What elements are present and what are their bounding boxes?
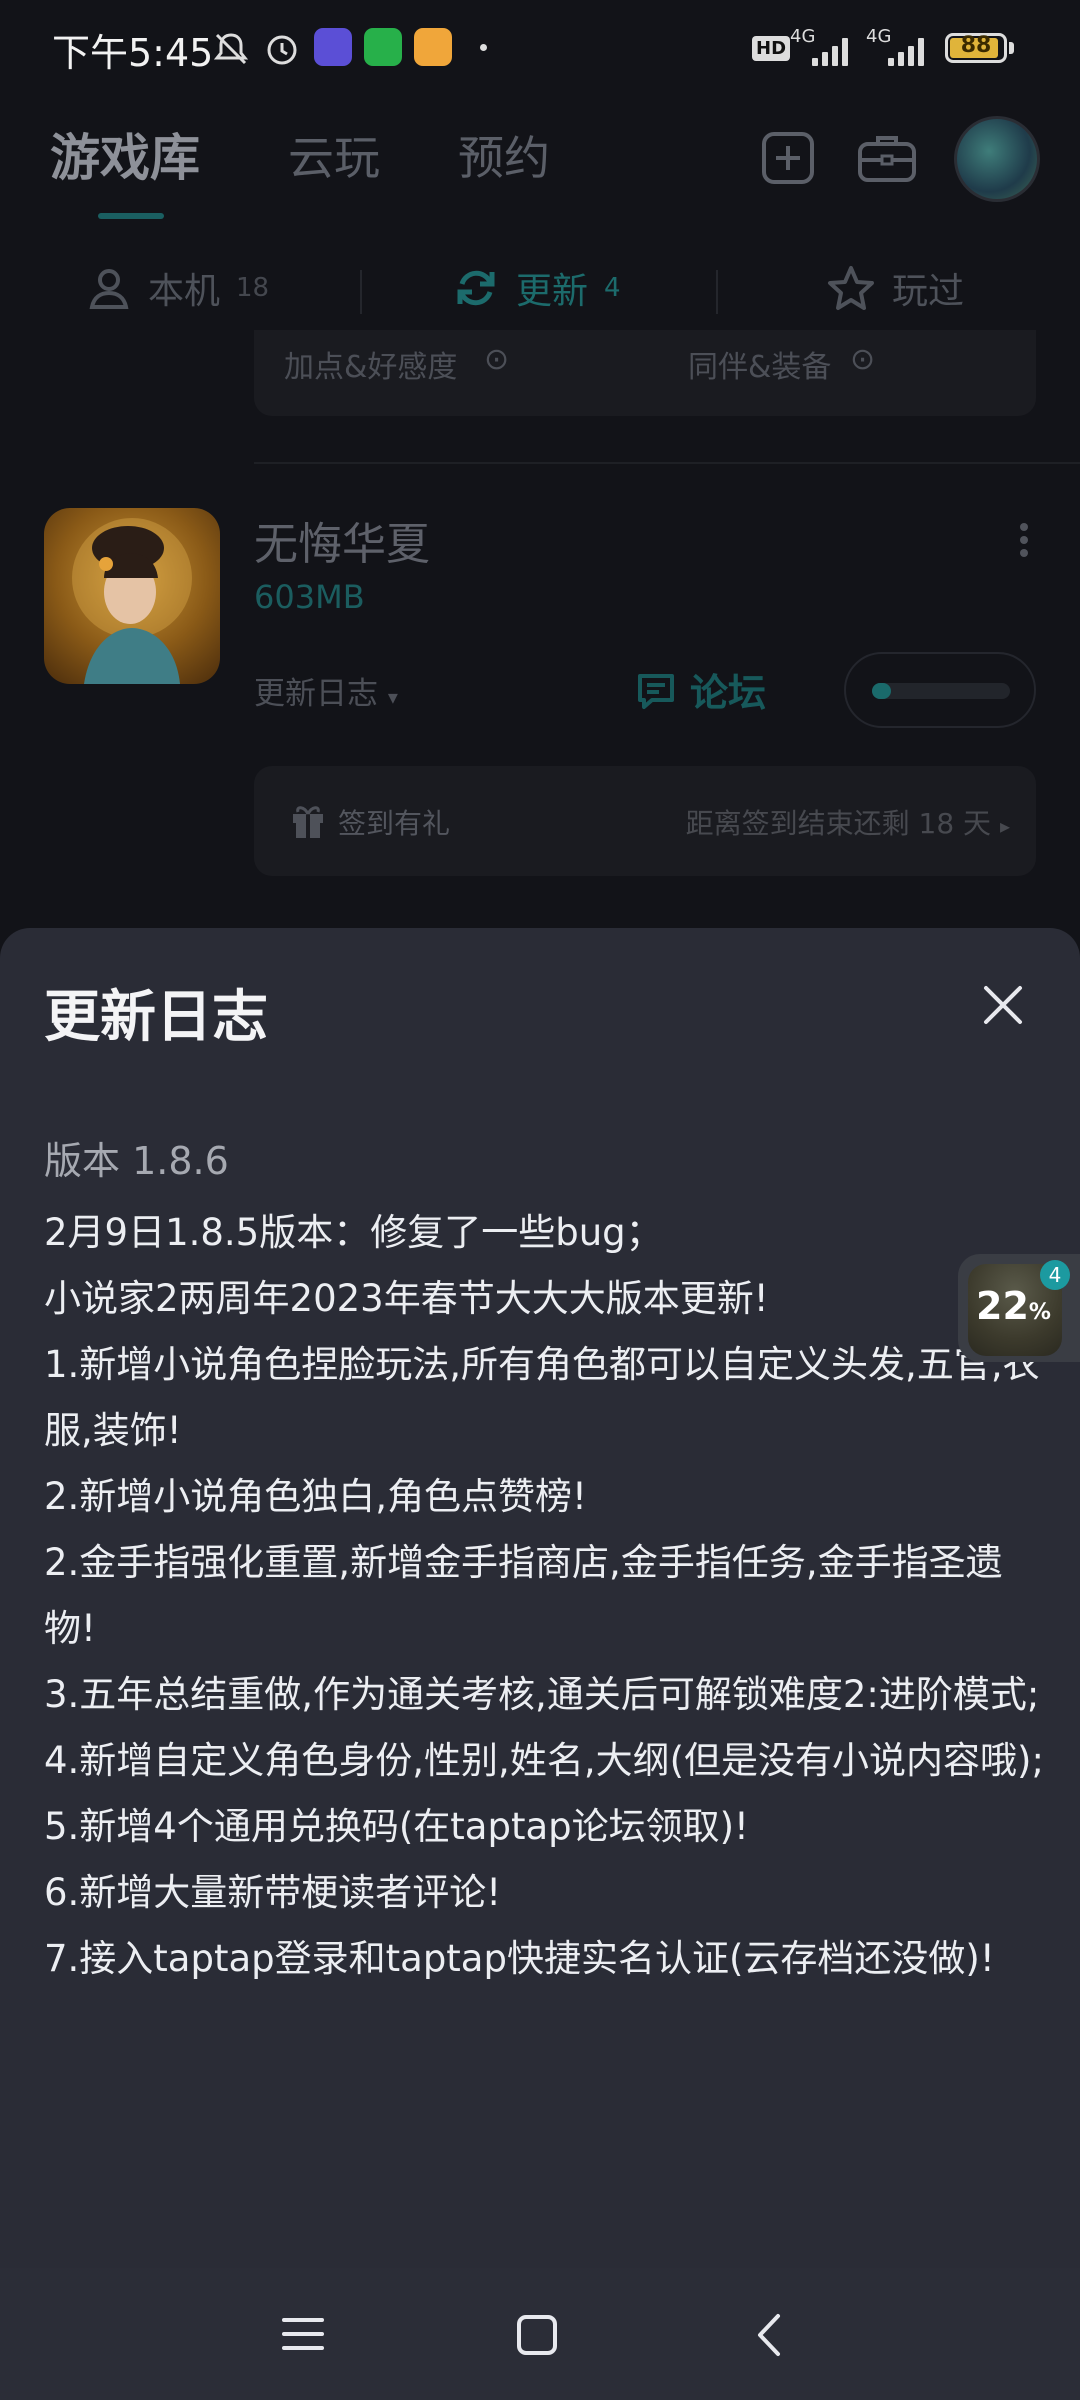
hd-badge: HD xyxy=(752,36,791,61)
tab-reservation[interactable]: 预约 xyxy=(458,122,550,188)
subtab-local-label: 本机 xyxy=(148,271,221,312)
subtab-local[interactable]: 本机 18 xyxy=(86,262,269,314)
subtab-separator xyxy=(360,270,362,314)
game-artwork xyxy=(72,518,192,684)
phone-notification-icon xyxy=(364,28,402,66)
note-item: 2.金手指强化重置,新增金手指商店,金手指任务,金手指圣遗物! xyxy=(44,1541,1003,1650)
signin-card[interactable]: 签到有礼 距离签到结束还剩 18 天 ▸ xyxy=(254,766,1036,876)
menu-icon[interactable] xyxy=(282,2314,324,2354)
home-icon[interactable] xyxy=(516,2314,558,2356)
note-item: 2月9日1.8.5版本：修复了一些bug； xyxy=(44,1211,663,1254)
sheet-title: 更新日志 xyxy=(44,985,268,1050)
signin-label: 签到有礼 xyxy=(338,807,451,840)
battery-cap xyxy=(1009,42,1014,54)
forum-icon xyxy=(638,673,674,709)
notes-notification-icon xyxy=(414,28,452,66)
note-item: 7.接入taptap登录和taptap快捷实名认证(云存档还没做)! xyxy=(44,1937,995,1980)
note-item: 3.五年总结重做,作为通关考核,通关后可解锁难度2:进阶模式; xyxy=(44,1673,1040,1716)
tab-game-library[interactable]: 游戏库 xyxy=(50,118,200,190)
battery-icon: 88 xyxy=(945,33,1007,63)
chevron-right-icon: ▸ xyxy=(999,814,1010,838)
refresh-icon xyxy=(457,270,495,306)
chevron-circle-icon: ⊙ xyxy=(484,342,510,377)
previous-card: 加点&好感度 ⊙ 同伴&装备 ⊙ xyxy=(254,330,1036,416)
changelog-notes: 2月9日1.8.5版本：修复了一些bug； 小说家2两周年2023年春节大大大版… xyxy=(44,1200,1044,1992)
forum-label: 论坛 xyxy=(690,671,767,715)
changelog-link[interactable]: 更新日志 ▾ xyxy=(254,668,398,713)
tab-cloud-play[interactable]: 云玩 xyxy=(288,122,380,188)
more-notifications-dot xyxy=(480,44,487,51)
download-progress-track xyxy=(872,683,1010,699)
tab-underline xyxy=(98,213,164,219)
floating-download-widget[interactable]: 22% 4 xyxy=(958,1254,1080,1362)
add-icon[interactable] xyxy=(760,130,816,186)
floating-percent: 22% xyxy=(976,1284,1051,1328)
note-item: 1.新增小说角色捏脸玩法,所有角色都可以自定义头发,五官,衣服,装饰! xyxy=(44,1343,1040,1452)
signin-remaining: 距离签到结束还剩 18 天 ▸ xyxy=(685,807,1010,840)
note-item: 4.新增自定义角色身份,性别,姓名,大纲(但是没有小说内容哦); xyxy=(44,1739,1044,1782)
toolbox-icon[interactable] xyxy=(856,130,918,186)
caret-down-icon: ▾ xyxy=(387,685,398,709)
note-item: 5.新增4个通用兑换码(在taptap论坛领取)! xyxy=(44,1805,749,1848)
note-item: 6.新增大量新带梗读者评论! xyxy=(44,1871,502,1914)
floating-badge: 4 xyxy=(1040,1260,1070,1290)
signal-icon-2 xyxy=(888,38,924,66)
battery-level: 88 xyxy=(960,33,992,58)
chevron-circle-icon: ⊙ xyxy=(850,342,876,377)
game-size: 603MB xyxy=(254,578,365,616)
download-progress-fill xyxy=(872,683,892,699)
subtab-update[interactable]: 更新 4 xyxy=(452,262,621,314)
changelog-link-label: 更新日志 xyxy=(254,676,378,712)
close-icon[interactable] xyxy=(978,980,1028,1030)
version-label: 版本 1.8.6 xyxy=(44,1139,229,1183)
forum-button[interactable]: 论坛 xyxy=(634,662,766,717)
gift-icon xyxy=(293,806,323,838)
mute-bell-icon xyxy=(213,33,249,65)
game-icon[interactable] xyxy=(44,508,220,684)
more-options-icon[interactable] xyxy=(1018,522,1030,558)
prev-card-link-stats[interactable]: 加点&好感度 xyxy=(284,342,457,386)
avatar[interactable] xyxy=(954,116,1040,202)
prev-card-link-companions[interactable]: 同伴&装备 xyxy=(688,342,831,386)
list-divider xyxy=(254,462,1080,464)
game-name: 无悔华夏 xyxy=(254,519,430,570)
subtab-played[interactable]: 玩过 xyxy=(826,262,964,314)
subtab-played-label: 玩过 xyxy=(892,271,965,312)
subtab-separator xyxy=(716,270,718,314)
alarm-icon xyxy=(267,35,297,65)
star-icon xyxy=(828,266,874,310)
signal-icon xyxy=(812,38,848,66)
note-item: 2.新增小说角色独白,角色点赞榜! xyxy=(44,1475,587,1518)
system-nav-bar xyxy=(0,2268,1080,2400)
app-notification-icon xyxy=(314,28,352,66)
subtab-local-count: 18 xyxy=(236,273,270,303)
note-item: 小说家2两周年2023年春节大大大版本更新! xyxy=(44,1277,769,1320)
subtab-update-count: 4 xyxy=(604,273,621,303)
status-bar: 下午5:45 HD 4G 4G 88 xyxy=(0,0,1080,100)
download-progress-button[interactable] xyxy=(844,652,1036,728)
subtab-update-label: 更新 xyxy=(516,271,589,312)
back-icon[interactable] xyxy=(754,2312,784,2358)
status-time: 下午5:45 xyxy=(52,31,214,75)
user-icon xyxy=(89,269,129,309)
